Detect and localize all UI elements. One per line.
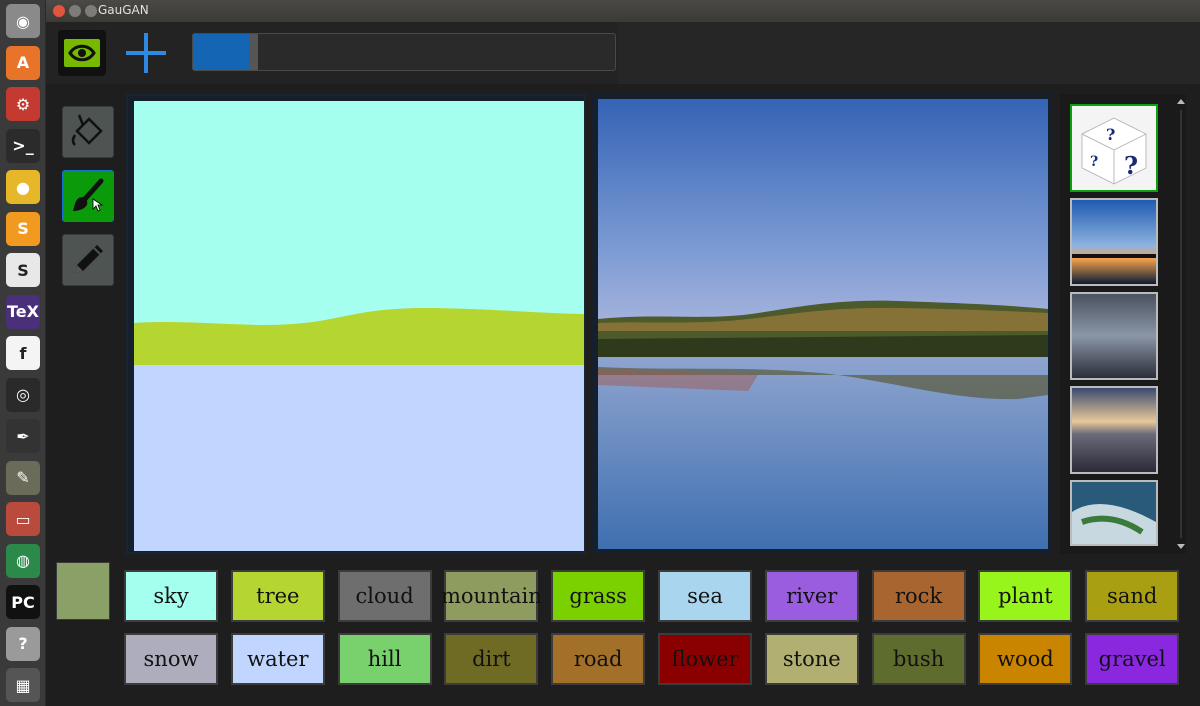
palette-sand-button[interactable]: sand	[1085, 570, 1180, 622]
palette-gravel-button[interactable]: gravel	[1085, 633, 1180, 685]
style-image-painting[interactable]	[1070, 480, 1158, 546]
style-image-sunset-lake[interactable]	[1070, 198, 1158, 286]
gimp-icon[interactable]: ✎	[6, 460, 40, 495]
dice-icon: ? ? ?	[1081, 117, 1147, 185]
palette-grass-button[interactable]: grass	[551, 570, 646, 622]
segmentation-canvas-frame	[126, 94, 586, 554]
workspace-switcher-icon[interactable]: ▦	[6, 668, 40, 702]
software-center-icon[interactable]: A	[6, 45, 40, 80]
palette-plant-button[interactable]: plant	[978, 570, 1073, 622]
palette-water-button[interactable]: water	[230, 633, 325, 685]
font-viewer-icon[interactable]: f	[6, 336, 40, 370]
gaugan-window: GauGAN ? ? ? sky tree cloud mountain gra…	[46, 0, 1200, 706]
ubuntu-dash-icon[interactable]: ◉	[6, 4, 40, 38]
title-bar: GauGAN	[46, 0, 1200, 22]
current-color-swatch	[56, 562, 110, 620]
svg-text:?: ?	[1090, 154, 1098, 170]
palette-road-button[interactable]: road	[551, 633, 646, 685]
chrome-icon[interactable]: ●	[6, 170, 40, 204]
plus-icon	[126, 33, 166, 73]
style-image-cloudy-sky[interactable]	[1070, 292, 1158, 380]
pycharm-icon[interactable]: PC	[6, 585, 40, 619]
palette-tree-button[interactable]: tree	[230, 570, 325, 622]
palette-cloud-button[interactable]: cloud	[337, 570, 432, 622]
pencil-icon	[75, 245, 103, 273]
brush-tool[interactable]	[62, 170, 114, 222]
inkscape-icon[interactable]: ✒	[6, 419, 40, 453]
style-image-panel: ? ? ?	[1060, 94, 1186, 554]
paintbrush-icon	[73, 178, 104, 212]
palette-flower-button[interactable]: flower	[658, 633, 752, 685]
palette-mountain-button[interactable]: mountain	[441, 570, 542, 622]
help-icon[interactable]: ?	[6, 626, 40, 661]
pencil-tool[interactable]	[62, 234, 114, 286]
file-manager-icon[interactable]: ▭	[6, 502, 40, 536]
palette-sea-button[interactable]: sea	[658, 570, 752, 622]
svg-text:?: ?	[1106, 125, 1115, 144]
water-region	[134, 365, 584, 551]
style-slider[interactable]	[192, 33, 616, 71]
camera-icon[interactable]: ◎	[6, 377, 40, 412]
ubuntu-launcher: ◉ A ⚙ >_ ● S S TeX f ◎ ✒ ✎ ▭ ◍ PC? ▦	[0, 0, 46, 706]
palette-snow-button[interactable]: snow	[124, 633, 218, 685]
style-image-city-sunset[interactable]	[1070, 386, 1158, 474]
nvidia-logo-icon	[64, 39, 100, 67]
random-style-button[interactable]: ? ? ?	[1070, 104, 1158, 192]
slider-handle[interactable]	[250, 34, 258, 70]
segmentation-canvas[interactable]	[134, 101, 584, 551]
minimize-window-button[interactable]	[69, 5, 81, 17]
palette-hill-button[interactable]: hill	[337, 633, 432, 685]
nvidia-logo-button[interactable]	[58, 30, 106, 76]
toolbar	[46, 22, 1200, 84]
slack-icon[interactable]: S	[6, 253, 40, 287]
close-window-button[interactable]	[53, 5, 65, 17]
palette-sky-button[interactable]: sky	[124, 570, 218, 622]
segmentation-map	[134, 101, 584, 551]
texstudio-icon[interactable]: TeX	[6, 294, 40, 329]
add-button[interactable]	[120, 30, 172, 76]
style-scrollbar[interactable]	[1176, 98, 1186, 550]
palette-bush-button[interactable]: bush	[871, 633, 966, 685]
slider-fill	[193, 34, 250, 70]
shotwell-icon[interactable]: ◍	[6, 543, 40, 578]
svg-text:?: ?	[1124, 151, 1138, 180]
generated-image	[598, 99, 1048, 549]
terminal-icon[interactable]: >_	[6, 128, 40, 163]
palette-wood-button[interactable]: wood	[978, 633, 1073, 685]
sublime-text-icon[interactable]: S	[6, 211, 40, 246]
output-image-frame	[592, 94, 1052, 554]
system-settings-icon[interactable]: ⚙	[6, 87, 40, 121]
window-title: GauGAN	[98, 3, 149, 17]
palette-stone-button[interactable]: stone	[764, 633, 859, 685]
maximize-window-button[interactable]	[85, 5, 97, 17]
fill-bucket-tool[interactable]	[62, 106, 114, 158]
palette-rock-button[interactable]: rock	[871, 570, 966, 622]
paint-bucket-icon	[71, 114, 103, 146]
palette-river-button[interactable]: river	[764, 570, 859, 622]
palette-dirt-button[interactable]: dirt	[444, 633, 539, 685]
toolbar-spacer	[618, 22, 1200, 84]
